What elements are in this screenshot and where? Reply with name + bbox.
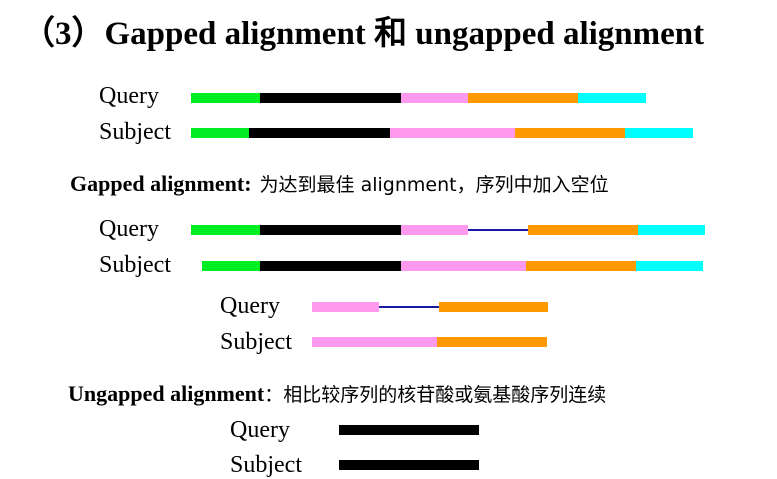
gap-line (468, 229, 528, 231)
gapped-term: Gapped alignment: (70, 171, 252, 196)
segment-pink (401, 225, 468, 235)
subject-label-4: Subject (230, 452, 302, 478)
segment-black (260, 261, 401, 271)
ungapped-description: ：相比较序列的核苷酸或氨基酸序列连续 (264, 384, 607, 406)
segment-black (249, 128, 390, 138)
segment-cyan (578, 93, 646, 103)
query-label-1: Query (99, 83, 159, 109)
segment-green (191, 225, 260, 235)
query-label-4: Query (230, 417, 290, 443)
ungapped-term: Ungapped alignment (68, 381, 265, 406)
query-bar-4 (339, 425, 479, 435)
segment-pink (312, 302, 379, 312)
segment-cyan (638, 225, 705, 235)
gap-line (379, 306, 439, 308)
segment-cyan (636, 261, 703, 271)
segment-pink (312, 337, 437, 347)
segment-pink (390, 128, 515, 138)
subject-bar-4 (339, 460, 479, 470)
segment-orange (439, 302, 548, 312)
segment-pink (401, 93, 468, 103)
segment-green (202, 261, 260, 271)
segment-orange (528, 225, 638, 235)
query-label-2: Query (99, 216, 159, 242)
segment-pink (401, 261, 526, 271)
segment-green (191, 93, 260, 103)
slide-title: （3）Gapped alignment 和 ungapped alignment (22, 16, 705, 52)
segment-orange (437, 337, 547, 347)
segment-black (260, 225, 401, 235)
gapped-description: 为达到最佳 alignment，序列中加入空位 (259, 174, 609, 196)
segment-orange (468, 93, 578, 103)
segment-cyan (625, 128, 693, 138)
query-label-3: Query (220, 293, 280, 319)
segment-green (191, 128, 249, 138)
segment-orange (526, 261, 636, 271)
segment-black (260, 93, 401, 103)
segment-orange (515, 128, 625, 138)
subject-label-1: Subject (99, 119, 171, 145)
subject-label-3: Subject (220, 329, 292, 355)
subject-label-2: Subject (99, 252, 171, 278)
ungapped-alignment-heading: Ungapped alignment：相比较序列的核苷酸或氨基酸序列连续 (68, 380, 606, 409)
gapped-alignment-heading: Gapped alignment: 为达到最佳 alignment，序列中加入空位 (70, 170, 609, 199)
